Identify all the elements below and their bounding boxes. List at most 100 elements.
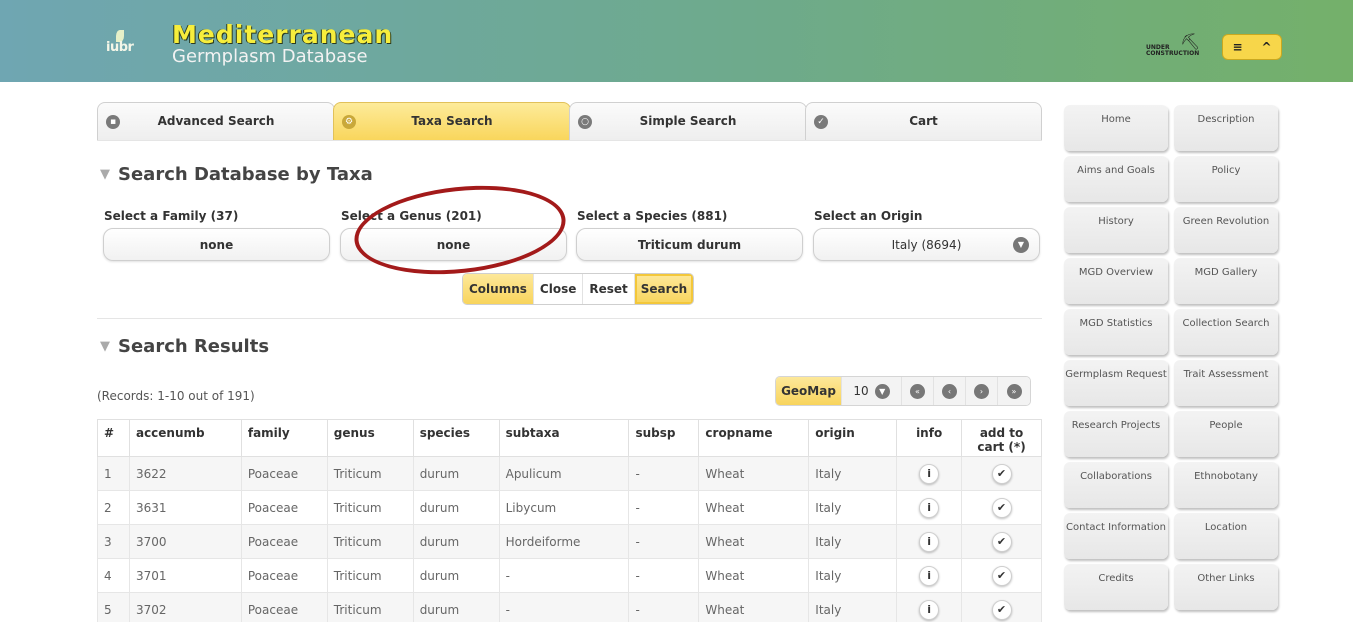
column-header[interactable]: family (240, 419, 328, 457)
origin-value: Italy (8694) (891, 237, 962, 252)
side-nav-item-location[interactable]: Location (1174, 513, 1278, 559)
first-page-button[interactable]: « (902, 377, 934, 405)
side-nav-item-mgd-overview[interactable]: MGD Overview (1064, 258, 1168, 304)
ibbr-logo[interactable]: iubr (106, 26, 152, 62)
table-row: 1 3622 Poaceae Triticum durum Apulicum - Wheat I… (97, 456, 1042, 491)
table-cell: Wheat (698, 524, 810, 559)
side-nav-item-research-projects[interactable]: Research Projects (1064, 411, 1168, 457)
info-icon[interactable]: i (919, 463, 940, 484)
info-cell: i (896, 490, 963, 525)
per-page-value: 10 (853, 384, 869, 398)
info-icon[interactable]: i (919, 531, 940, 552)
column-header[interactable]: cropname (698, 419, 810, 457)
add-to-cart-check-icon[interactable]: ✔ (991, 497, 1012, 518)
origin-select[interactable]: Italy (8694) ▼ (813, 228, 1040, 261)
column-header: info (896, 419, 963, 457)
table-cell: 2 (97, 490, 130, 525)
side-nav-item-other-links[interactable]: Other Links (1174, 564, 1278, 610)
table-cell: 3622 (128, 456, 242, 491)
side-nav-item-germplasm-request[interactable]: Germplasm Request (1064, 360, 1168, 406)
column-header[interactable]: subsp (628, 419, 700, 457)
table-cell: 1 (97, 456, 130, 491)
per-page-select[interactable]: 10 ▼ (842, 377, 902, 405)
results-section-title[interactable]: ▼ Search Results (100, 336, 269, 357)
add-to-cart-check-icon[interactable]: ✔ (991, 531, 1012, 552)
side-nav-item-description[interactable]: Description (1174, 105, 1278, 151)
collapse-icon[interactable]: ^ (1252, 35, 1281, 59)
site-subtitle: Germplasm Database (172, 46, 368, 67)
table-cell: Hordeiforme (498, 524, 630, 559)
table-cell: 5 (97, 592, 130, 622)
side-nav-item-ethnobotany[interactable]: Ethnobotany (1174, 462, 1278, 508)
reset-button[interactable]: Reset (583, 274, 635, 304)
side-nav-item-collaborations[interactable]: Collaborations (1064, 462, 1168, 508)
side-nav-item-home[interactable]: Home (1064, 105, 1168, 151)
first-page-icon: « (910, 383, 925, 399)
tab-taxa-search[interactable]: ⚙ Taxa Search (333, 102, 571, 140)
side-nav-item-policy[interactable]: Policy (1174, 156, 1278, 202)
info-icon[interactable]: i (919, 565, 940, 586)
table-cell: - (628, 524, 700, 559)
side-nav-item-mgd-gallery[interactable]: MGD Gallery (1174, 258, 1278, 304)
side-nav-item-trait-assessment[interactable]: Trait Assessment (1174, 360, 1278, 406)
table-cell: Poaceae (240, 592, 328, 622)
column-header[interactable]: genus (326, 419, 414, 457)
info-cell: i (896, 558, 963, 593)
columns-button[interactable]: Columns (463, 274, 534, 304)
prev-page-button[interactable]: ‹ (934, 377, 966, 405)
close-button[interactable]: Close (533, 274, 584, 304)
worker-icon: ⛏ (1180, 32, 1201, 51)
side-nav-item-green-revolution[interactable]: Green Revolution (1174, 207, 1278, 253)
table-cell: Poaceae (240, 490, 328, 525)
next-page-button[interactable]: › (966, 377, 998, 405)
tab-simple-search[interactable]: ○ Simple Search (569, 102, 807, 140)
side-nav-item-credits[interactable]: Credits (1064, 564, 1168, 610)
side-nav-item-contact-information[interactable]: Contact Information (1064, 513, 1168, 559)
add-to-cart-check-icon[interactable]: ✔ (991, 599, 1012, 620)
table-cell: Wheat (698, 490, 810, 525)
results-pager: GeoMap 10 ▼ « ‹ › » (775, 376, 1031, 406)
last-page-button[interactable]: » (998, 377, 1030, 405)
chevron-down-icon: ▼ (874, 383, 890, 399)
column-header[interactable]: subtaxa (498, 419, 630, 457)
tab-divider (97, 140, 1042, 141)
table-cell: Italy (808, 490, 898, 525)
geomap-button[interactable]: GeoMap (776, 377, 842, 405)
info-icon[interactable]: i (919, 599, 940, 620)
column-header[interactable]: species (412, 419, 500, 457)
add-to-cart-cell: ✔ (961, 456, 1042, 491)
add-to-cart-check-icon[interactable]: ✔ (991, 463, 1012, 484)
species-select[interactable]: Triticum durum (576, 228, 803, 261)
site-title: Mediterranean (172, 20, 394, 49)
table-cell: - (498, 592, 630, 622)
table-cell: Triticum (326, 490, 414, 525)
column-header[interactable]: # (97, 419, 130, 457)
family-select[interactable]: none (103, 228, 330, 261)
side-nav-item-history[interactable]: History (1064, 207, 1168, 253)
table-cell: Italy (808, 592, 898, 622)
search-button[interactable]: Search (634, 274, 694, 304)
column-header[interactable]: accenumb (128, 419, 242, 457)
column-header[interactable]: origin (808, 419, 898, 457)
section-divider (97, 318, 1042, 319)
side-nav-item-mgd-statistics[interactable]: MGD Statistics (1064, 309, 1168, 355)
side-nav-item-collection-search[interactable]: Collection Search (1174, 309, 1278, 355)
taxa-section-title[interactable]: ▼ Search Database by Taxa (100, 164, 373, 185)
tab-advanced-search[interactable]: ▪ Advanced Search (97, 102, 335, 140)
table-cell: durum (412, 490, 500, 525)
tab-cart[interactable]: ✓ Cart (805, 102, 1042, 140)
species-label: Select a Species (881) (577, 209, 728, 223)
side-nav-item-people[interactable]: People (1174, 411, 1278, 457)
menu-icon[interactable]: ≡ (1223, 35, 1252, 59)
side-nav-item-aims-and-goals[interactable]: Aims and Goals (1064, 156, 1168, 202)
info-icon[interactable]: i (919, 497, 940, 518)
add-to-cart-cell: ✔ (961, 490, 1042, 525)
table-cell: Apulicum (498, 456, 630, 491)
table-cell: 4 (97, 558, 130, 593)
table-cell: Wheat (698, 592, 810, 622)
table-cell: Italy (808, 524, 898, 559)
table-cell: Poaceae (240, 524, 328, 559)
table-row: 5 3702 Poaceae Triticum durum - - Wheat Italy i ✔ (97, 592, 1042, 622)
table-row: 3 3700 Poaceae Triticum durum Hordeiforme - Whe… (97, 524, 1042, 559)
add-to-cart-check-icon[interactable]: ✔ (991, 565, 1012, 586)
